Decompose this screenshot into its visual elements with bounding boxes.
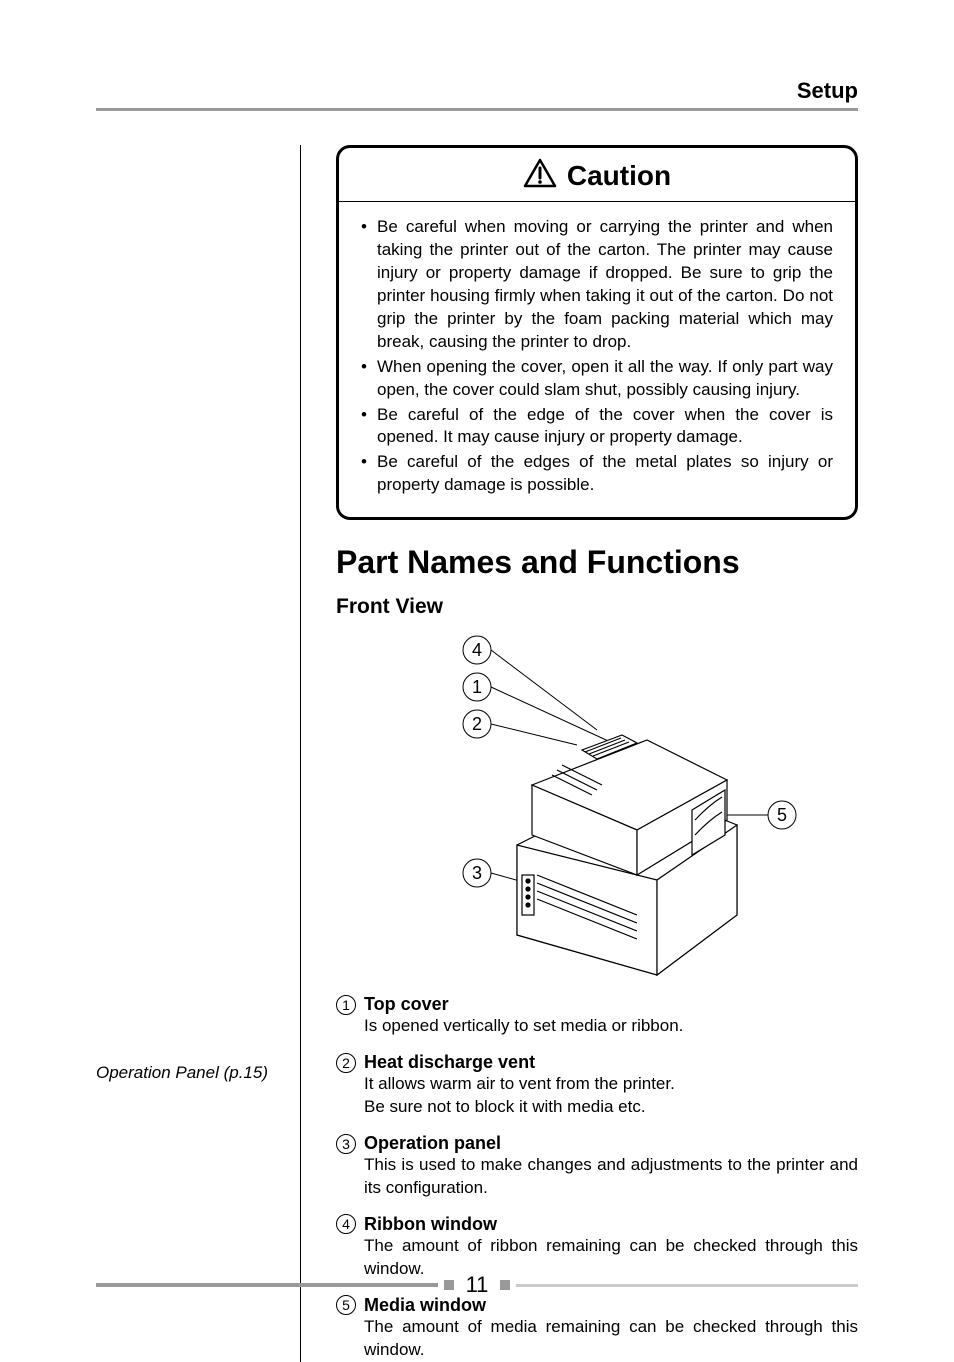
part-title: Top cover	[364, 994, 449, 1015]
part-item: 3 Operation panel This is used to make c…	[336, 1133, 858, 1200]
margin-cross-reference: Operation Panel (p.15)	[96, 1063, 268, 1083]
footer-rule-right	[516, 1284, 858, 1287]
warning-icon	[523, 158, 557, 193]
callout-label: 4	[472, 640, 482, 660]
part-description: Is opened vertically to set media or rib…	[336, 1015, 858, 1038]
callout-label: 2	[472, 714, 482, 734]
part-description: This is used to make changes and adjustm…	[336, 1154, 858, 1200]
part-number: 1	[336, 995, 356, 1015]
caution-item: Be careful of the edges of the metal pla…	[361, 451, 833, 497]
callout-label: 3	[472, 863, 482, 883]
part-title: Operation panel	[364, 1133, 501, 1154]
page-footer: 11	[96, 1272, 858, 1298]
part-description: The amount of media remaining can be che…	[336, 1316, 858, 1362]
header-divider	[96, 108, 858, 111]
subsection-heading-front-view: Front View	[336, 595, 858, 619]
part-number: 2	[336, 1053, 356, 1073]
footer-ornament	[500, 1280, 510, 1290]
caution-item: Be careful when moving or carrying the p…	[361, 216, 833, 354]
caution-body: Be careful when moving or carrying the p…	[339, 202, 855, 517]
callout-label: 1	[472, 677, 482, 697]
caution-item: Be careful of the edge of the cover when…	[361, 404, 833, 450]
page-header-title: Setup	[797, 78, 858, 104]
part-item: 1 Top cover Is opened vertically to set …	[336, 994, 858, 1038]
part-item: 2 Heat discharge vent It allows warm air…	[336, 1052, 858, 1119]
part-number: 3	[336, 1134, 356, 1154]
footer-ornament	[444, 1280, 454, 1290]
main-content: Caution Be careful when moving or carryi…	[300, 145, 858, 1362]
page-number: 11	[454, 1272, 501, 1298]
caution-header: Caution	[339, 148, 855, 202]
part-description: It allows warm air to vent from the prin…	[336, 1073, 858, 1119]
part-item: 5 Media window The amount of media remai…	[336, 1295, 858, 1362]
caution-box: Caution Be careful when moving or carryi…	[336, 145, 858, 520]
part-list: 1 Top cover Is opened vertically to set …	[336, 994, 858, 1361]
part-title: Heat discharge vent	[364, 1052, 535, 1073]
part-number: 4	[336, 1214, 356, 1234]
part-title: Ribbon window	[364, 1214, 497, 1235]
part-number: 5	[336, 1295, 356, 1315]
front-view-diagram: 4 1 2 3 5	[336, 625, 858, 990]
caution-item: When opening the cover, open it all the …	[361, 356, 833, 402]
caution-title: Caution	[567, 160, 671, 192]
margin-column: Operation Panel (p.15)	[96, 145, 296, 1268]
footer-rule-left	[96, 1283, 438, 1287]
part-item: 4 Ribbon window The amount of ribbon rem…	[336, 1214, 858, 1281]
section-heading: Part Names and Functions	[336, 544, 858, 581]
callout-label: 5	[777, 805, 787, 825]
